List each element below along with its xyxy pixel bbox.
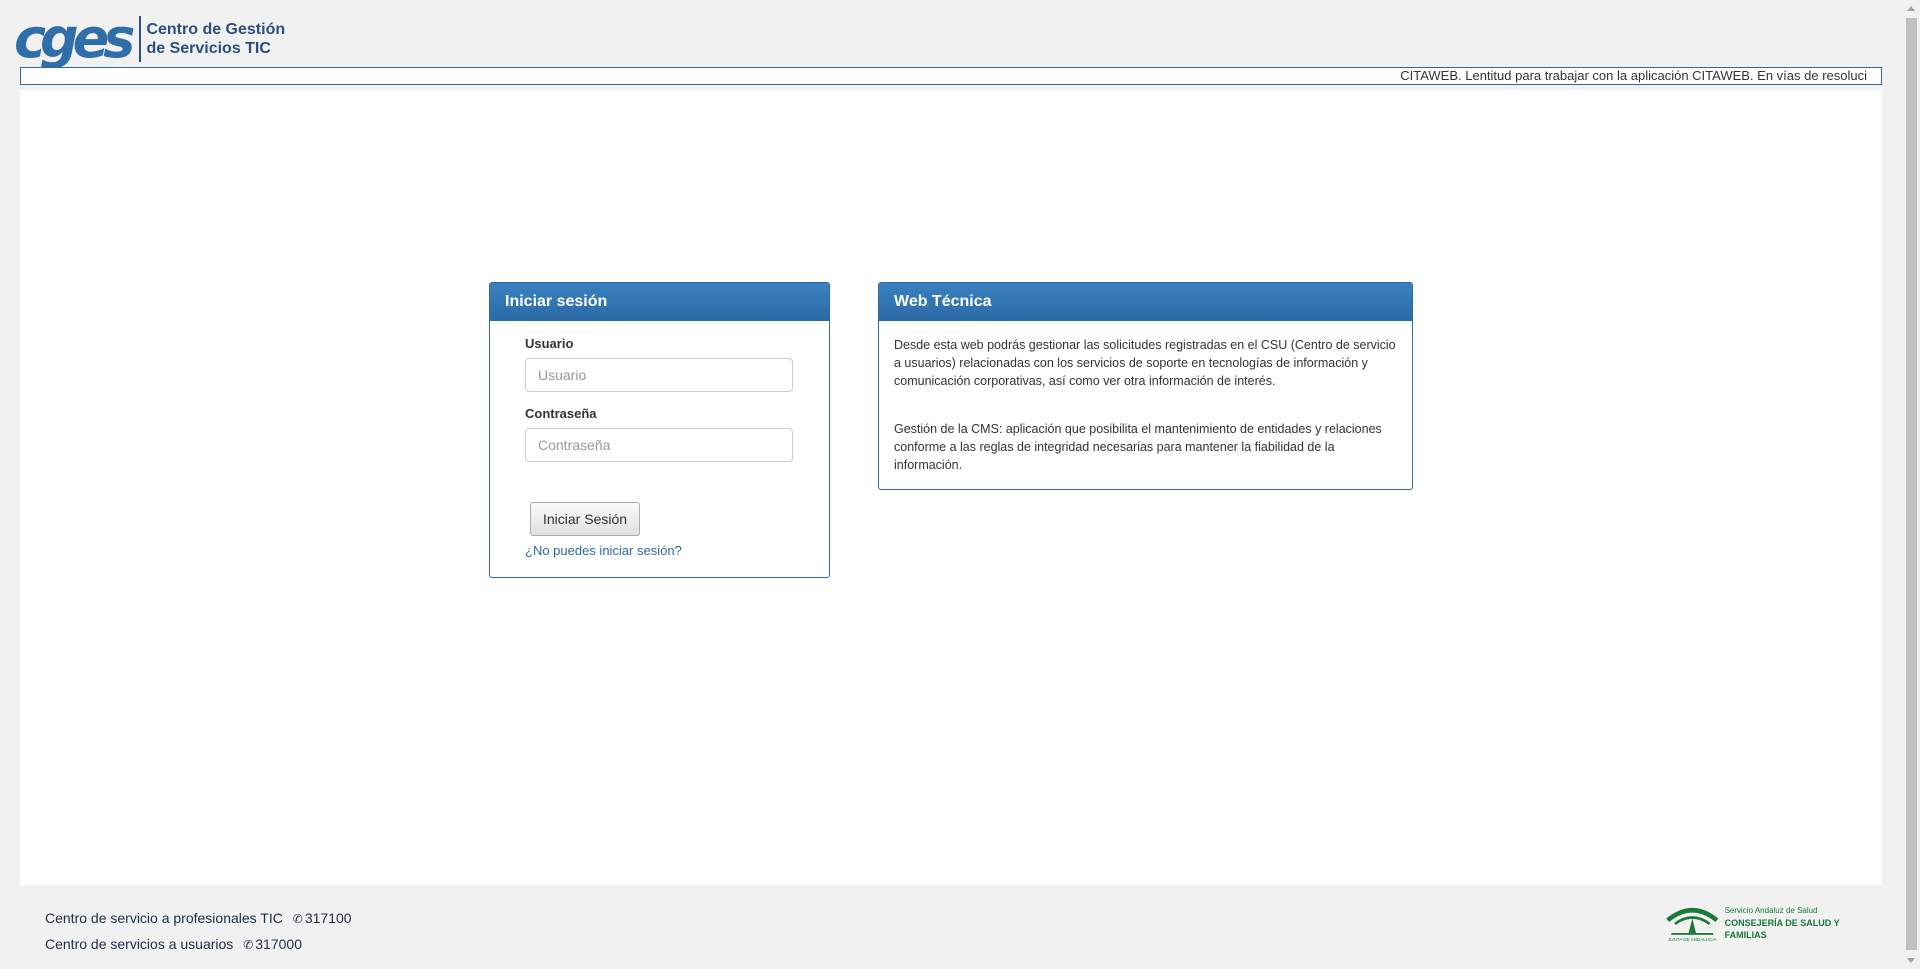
phone-icon: ✆ bbox=[292, 912, 303, 926]
forgot-login-link[interactable]: ¿No puedes iniciar sesión? bbox=[525, 543, 794, 558]
sas-label: Servicio Andaluz de Salud bbox=[1724, 906, 1818, 915]
info-paragraph-2: Gestión de la CMS: aplicación que posibi… bbox=[894, 422, 1382, 472]
junta-emblem-icon: JUNTA DE ANDALUCIA bbox=[1666, 907, 1719, 942]
header-logo[interactable]: cges Centro de Gestión de Servicios TIC bbox=[14, 7, 285, 70]
logo-text-line2: de Servicios TIC bbox=[146, 40, 271, 57]
ticker-text: CITAWEB. Lentitud para trabajar con la a… bbox=[1400, 68, 1867, 83]
password-label: Contraseña bbox=[525, 406, 597, 421]
scroll-down-arrow-icon[interactable] bbox=[1907, 958, 1915, 963]
footer-line-users: Centro de servicios a usuarios ✆ 317000 bbox=[45, 932, 352, 958]
footer-line-professionals: Centro de servicio a profesionales TIC ✆… bbox=[45, 906, 352, 932]
info-panel-body: Desde esta web podrás gestionar las soli… bbox=[879, 321, 1412, 489]
password-input[interactable] bbox=[525, 428, 793, 462]
footer-line2-phone: ✆ 317000 bbox=[243, 936, 302, 952]
footer-line1-number: 317100 bbox=[304, 910, 352, 926]
page: cges Centro de Gestión de Servicios TIC … bbox=[0, 0, 1920, 969]
logo-text: Centro de Gestión de Servicios TIC bbox=[146, 20, 285, 58]
footer-line2-label: Centro de servicios a usuarios bbox=[45, 936, 234, 952]
junta-label: JUNTA DE ANDALUCIA bbox=[1668, 937, 1718, 942]
login-button[interactable]: Iniciar Sesión bbox=[530, 502, 641, 536]
username-label: Usuario bbox=[525, 336, 574, 351]
vertical-scrollbar[interactable] bbox=[1903, 0, 1920, 969]
scroll-thumb[interactable] bbox=[1906, 18, 1917, 950]
phone-icon: ✆ bbox=[243, 938, 254, 952]
info-paragraph-1: Desde esta web podrás gestionar las soli… bbox=[894, 338, 1396, 388]
info-panel-title: Web Técnica bbox=[879, 283, 1412, 321]
username-input[interactable] bbox=[525, 358, 793, 392]
logo-text-line1: Centro de Gestión bbox=[146, 21, 286, 38]
junta-andalucia-logo: JUNTA DE ANDALUCIA Servicio Andaluz de S… bbox=[1664, 900, 1870, 946]
footer-line1-label: Centro de servicio a profesionales TIC bbox=[45, 910, 283, 926]
news-ticker: CITAWEB. Lentitud para trabajar con la a… bbox=[20, 67, 1882, 85]
login-panel-title: Iniciar sesión bbox=[490, 283, 829, 321]
logo-divider bbox=[139, 16, 142, 62]
login-panel: Iniciar sesión Usuario Contraseña Inicia… bbox=[489, 282, 830, 578]
footer-line1-phone: ✆ 317100 bbox=[293, 910, 352, 926]
main-content: Iniciar sesión Usuario Contraseña Inicia… bbox=[20, 90, 1882, 885]
cges-logo-mark: cges bbox=[14, 7, 135, 70]
footer-contacts: Centro de servicio a profesionales TIC ✆… bbox=[45, 906, 352, 958]
scroll-up-arrow-icon[interactable] bbox=[1907, 6, 1915, 11]
info-panel: Web Técnica Desde esta web podrás gestio… bbox=[878, 282, 1413, 490]
junta-text: Servicio Andaluz de Salud CONSEJERÍA DE … bbox=[1725, 905, 1870, 941]
login-form: Usuario Contraseña Iniciar Sesión ¿No pu… bbox=[490, 321, 829, 573]
footer-line2-number: 317000 bbox=[255, 936, 302, 952]
consejeria-label: CONSEJERÍA DE SALUD Y FAMILIAS bbox=[1724, 918, 1840, 940]
